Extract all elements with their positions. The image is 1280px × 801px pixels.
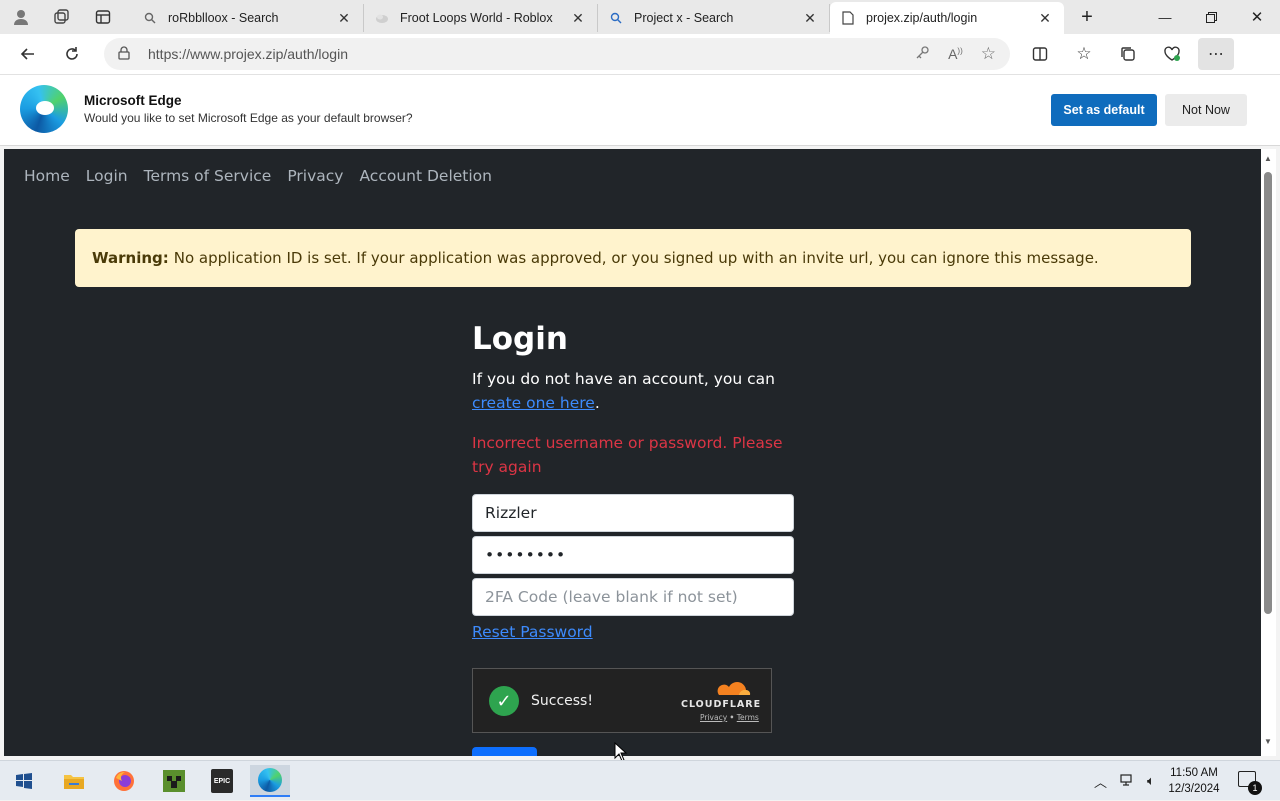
tab-project-x[interactable]: Project x - Search ✕	[598, 4, 830, 32]
scrollbar-thumb[interactable]	[1264, 172, 1272, 614]
taskbar: EPIC ︿ 🔈︎ 11:50 AM 12/3/2024 1	[0, 760, 1280, 800]
warning-text: No application ID is set. If your applic…	[173, 249, 1099, 267]
password-input[interactable]: ••••••••	[472, 536, 794, 574]
clock[interactable]: 11:50 AM 12/3/2024	[1164, 765, 1224, 797]
split-screen-icon[interactable]	[1024, 38, 1056, 70]
browser-essentials-icon[interactable]	[1156, 38, 1188, 70]
page-icon	[840, 10, 856, 26]
epic-games-icon[interactable]: EPIC	[202, 765, 242, 797]
nav-privacy[interactable]: Privacy	[287, 167, 343, 185]
cloudflare-cloud-icon	[717, 682, 751, 695]
profile-icon[interactable]	[0, 0, 42, 34]
lock-icon[interactable]	[118, 45, 138, 63]
minecraft-icon[interactable]	[154, 765, 194, 797]
windows-start-icon[interactable]	[4, 765, 44, 797]
tab-froot-loops[interactable]: Froot Loops World - Roblox ✕	[364, 4, 598, 32]
twofa-input[interactable]: 2FA Code (leave blank if not set)	[472, 578, 794, 616]
close-tab-icon[interactable]: ✕	[569, 10, 587, 27]
captcha-privacy-link[interactable]: Privacy	[700, 713, 727, 722]
close-tab-icon[interactable]: ✕	[1036, 10, 1054, 27]
nav-terms[interactable]: Terms of Service	[144, 167, 272, 185]
tab-title: roRbblloox - Search	[168, 11, 279, 25]
close-window-icon[interactable]: ✕	[1234, 0, 1280, 34]
clock-time: 11:50 AM	[1170, 767, 1218, 779]
tab-search-roblox[interactable]: roRbblloox - Search ✕	[132, 4, 364, 32]
submit-button[interactable]	[472, 747, 537, 756]
minimize-icon[interactable]: —	[1142, 0, 1188, 34]
set-as-default-button[interactable]: Set as default	[1051, 94, 1157, 126]
signup-prompt-end: .	[594, 394, 600, 412]
tab-title: projex.zip/auth/login	[866, 11, 978, 25]
banner-subtitle: Would you like to set Microsoft Edge as …	[84, 111, 413, 125]
default-browser-banner: Microsoft Edge Would you like to set Mic…	[0, 74, 1280, 146]
favorite-star-icon[interactable]: ☆	[981, 44, 996, 64]
toolbar: https://www.projex.zip/auth/login A)) ☆ …	[0, 34, 1280, 100]
password-key-icon[interactable]	[915, 45, 930, 63]
epic-games-logo: EPIC	[211, 769, 233, 793]
vertical-tabs-icon[interactable]	[82, 0, 124, 34]
edge-logo-icon	[20, 85, 68, 133]
banner-title: Microsoft Edge	[84, 93, 182, 108]
restore-icon[interactable]	[1188, 0, 1234, 34]
roblox-icon	[374, 10, 390, 26]
tab-title: Project x - Search	[634, 11, 734, 25]
signup-prompt: If you do not have an account, you can c…	[472, 367, 802, 415]
login-error-message: Incorrect username or password. Please t…	[472, 434, 783, 476]
volume-icon[interactable]: 🔈︎	[1147, 773, 1155, 789]
tab-projex-login[interactable]: projex.zip/auth/login ✕	[830, 2, 1064, 34]
file-explorer-icon[interactable]	[54, 765, 94, 797]
clock-date: 12/3/2024	[1168, 783, 1220, 795]
cloudflare-captcha-widget[interactable]: ✓ Success! CLOUDFLARE Privacy • Terms	[472, 668, 772, 733]
mouse-cursor-icon	[614, 742, 628, 762]
cloudflare-brand: CLOUDFLARE	[681, 699, 762, 710]
collections-icon[interactable]	[1112, 38, 1144, 70]
nav-account-deletion[interactable]: Account Deletion	[359, 167, 492, 185]
network-icon[interactable]	[1119, 773, 1135, 790]
tab-strip: roRbblloox - Search ✕ Froot Loops World …	[0, 0, 1280, 34]
system-tray: ︿ 🔈︎	[1094, 761, 1155, 801]
warning-alert: Warning: No application ID is set. If yo…	[75, 229, 1191, 287]
close-tab-icon[interactable]: ✕	[801, 10, 819, 27]
site-nav: Home Login Terms of Service Privacy Acco…	[24, 167, 492, 185]
address-bar[interactable]: https://www.projex.zip/auth/login A)) ☆	[104, 38, 1010, 70]
favorites-icon[interactable]: ☆	[1068, 38, 1100, 70]
epic-games-label: EPIC	[213, 777, 231, 785]
warning-label: Warning:	[92, 249, 169, 267]
page-viewport: Home Login Terms of Service Privacy Acco…	[4, 149, 1261, 756]
edge-taskbar-logo	[258, 768, 282, 792]
tab-title: Froot Loops World - Roblox	[400, 11, 553, 25]
scroll-up-arrow-icon[interactable]: ▲	[1264, 154, 1272, 163]
settings-menu-icon[interactable]: ⋯	[1198, 38, 1234, 70]
signup-prompt-text: If you do not have an account, you can	[472, 370, 775, 388]
close-tab-icon[interactable]: ✕	[335, 10, 353, 27]
new-tab-icon[interactable]: +	[1064, 0, 1110, 34]
back-icon[interactable]	[12, 38, 44, 70]
search-icon	[608, 10, 624, 26]
nav-home[interactable]: Home	[24, 167, 70, 185]
captcha-terms-link[interactable]: Terms	[737, 713, 759, 722]
reset-password-link[interactable]: Reset Password	[472, 623, 593, 641]
create-account-link[interactable]: create one here	[472, 394, 595, 412]
search-icon	[142, 10, 158, 26]
not-now-button[interactable]: Not Now	[1165, 94, 1247, 126]
nav-login[interactable]: Login	[86, 167, 128, 185]
page-title: Login	[472, 321, 568, 357]
scroll-down-arrow-icon[interactable]: ▼	[1264, 737, 1272, 746]
captcha-links: Privacy • Terms	[700, 713, 759, 722]
captcha-link-separator: •	[729, 713, 735, 722]
refresh-icon[interactable]	[56, 38, 88, 70]
tray-chevron-up-icon[interactable]: ︿	[1094, 772, 1107, 791]
url-text[interactable]: https://www.projex.zip/auth/login	[148, 46, 348, 62]
notification-badge: 1	[1248, 781, 1262, 795]
edge-taskbar-icon[interactable]	[250, 765, 290, 797]
username-input[interactable]: Rizzler	[472, 494, 794, 532]
firefox-icon[interactable]	[104, 765, 144, 797]
captcha-status: Success!	[531, 693, 593, 709]
workspaces-icon[interactable]	[40, 0, 82, 34]
checkmark-icon: ✓	[489, 686, 519, 716]
read-aloud-icon[interactable]: A))	[948, 46, 963, 62]
